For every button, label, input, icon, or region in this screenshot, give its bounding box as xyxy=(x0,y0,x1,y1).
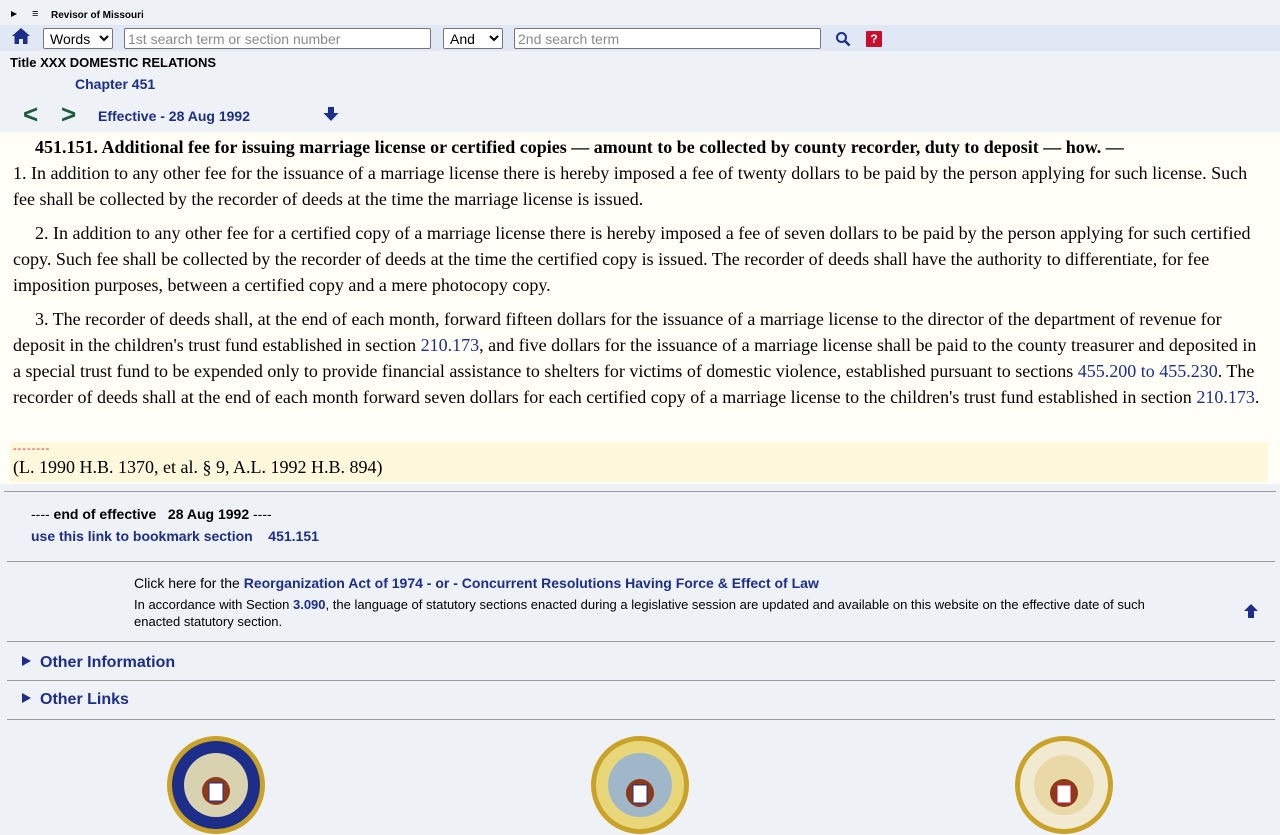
bookmark-section[interactable]: 451.151 xyxy=(268,528,319,544)
section-3-090-link[interactable]: 3.090 xyxy=(293,597,326,612)
conjunction-select[interactable]: And xyxy=(443,28,503,49)
accordance-notice: In accordance with Section 3.090, the la… xyxy=(134,596,1164,630)
next-section-button[interactable]: > xyxy=(61,100,76,128)
first-search-term-input[interactable] xyxy=(124,28,431,49)
divider xyxy=(7,641,1275,642)
other-information-toggle[interactable]: Other Information xyxy=(22,654,175,672)
top-bar: ≡ Revisor of Missouri xyxy=(0,0,1280,24)
end-suffix: ---- xyxy=(249,506,272,522)
section-210-173-link[interactable]: 210.173 xyxy=(421,335,480,355)
accord-prefix: In accordance with Section xyxy=(134,597,293,612)
divider xyxy=(4,491,1276,492)
statute-body: 451.151. Additional fee for issuing marr… xyxy=(0,132,1280,484)
site-title[interactable]: Revisor of Missouri xyxy=(51,10,144,21)
section-210-173-link-2[interactable]: 210.173 xyxy=(1196,387,1255,407)
end-date: 28 Aug 1992 xyxy=(167,506,250,522)
disclosure-triangle-icon[interactable] xyxy=(22,656,31,666)
statute-paragraph-1: 1. In addition to any other fee for the … xyxy=(13,160,1268,212)
missouri-house-seal-icon[interactable] xyxy=(1014,735,1114,835)
menu-icon[interactable]: ≡ xyxy=(32,9,38,20)
search-icon[interactable] xyxy=(835,31,851,47)
disclosure-triangle-icon[interactable] xyxy=(22,693,31,703)
title-heading: Title XXX DOMESTIC RELATIONS xyxy=(10,55,217,70)
expand-menu-icon[interactable] xyxy=(11,11,17,17)
concurrent-resolutions-link[interactable]: Concurrent Resolutions Having Force & Ef… xyxy=(462,575,819,591)
divider xyxy=(7,719,1275,720)
end-label: end of effective xyxy=(53,506,157,522)
other-links-toggle[interactable]: Other Links xyxy=(22,691,129,709)
reorganization-act-link[interactable]: Reorganization Act of 1974 xyxy=(244,575,423,591)
previous-section-button[interactable]: < xyxy=(23,100,38,128)
divider xyxy=(7,680,1275,681)
other-information-label[interactable]: Other Information xyxy=(40,654,175,671)
or-separator: - or - xyxy=(422,575,462,591)
divider xyxy=(7,561,1275,562)
arrow-down-icon[interactable] xyxy=(322,106,340,122)
second-search-term-input[interactable] xyxy=(514,28,821,49)
reorganization-notice: Click here for the Reorganization Act of… xyxy=(134,575,819,591)
effective-date-link[interactable]: Effective - 28 Aug 1992 xyxy=(98,108,250,124)
click-prefix: Click here for the xyxy=(134,575,244,591)
history-divider: -------- xyxy=(13,443,51,455)
end-prefix: ---- xyxy=(31,506,54,522)
missouri-senate-seal-icon[interactable] xyxy=(166,735,266,835)
end-of-effective-line: ---- end of effective 28 Aug 1992 ---- xyxy=(31,506,272,522)
paragraph-3-text-d: . xyxy=(1254,387,1260,407)
paragraph-2-text: 2. In addition to any other fee for a ce… xyxy=(13,223,1251,295)
history-note: (L. 1990 H.B. 1370, et al. § 9, A.L. 199… xyxy=(13,457,383,477)
bookmark-label[interactable]: use this link to bookmark section xyxy=(31,528,253,544)
section-heading: 451.151. Additional fee for issuing marr… xyxy=(35,137,1124,157)
search-mode-select[interactable]: Words xyxy=(43,28,113,49)
bookmark-link[interactable]: use this link to bookmark section 451.15… xyxy=(31,528,319,544)
paragraph-1-text: 1. In addition to any other fee for the … xyxy=(13,163,1248,209)
statute-paragraph-3: 3. The recorder of deeds shall, at the e… xyxy=(13,306,1268,410)
history-box: -------- (L. 1990 H.B. 1370, et al. § 9,… xyxy=(10,442,1268,482)
chapter-link[interactable]: Chapter 451 xyxy=(75,76,155,92)
home-icon[interactable] xyxy=(11,27,31,45)
statute-paragraph-2: 2. In addition to any other fee for a ce… xyxy=(13,220,1268,298)
arrow-up-icon[interactable] xyxy=(1243,603,1259,619)
sections-455-200-link[interactable]: 455.200 to 455.230 xyxy=(1078,361,1218,381)
other-links-label[interactable]: Other Links xyxy=(40,691,129,708)
help-icon[interactable]: ? xyxy=(866,31,882,47)
missouri-state-seal-icon[interactable] xyxy=(590,735,690,835)
